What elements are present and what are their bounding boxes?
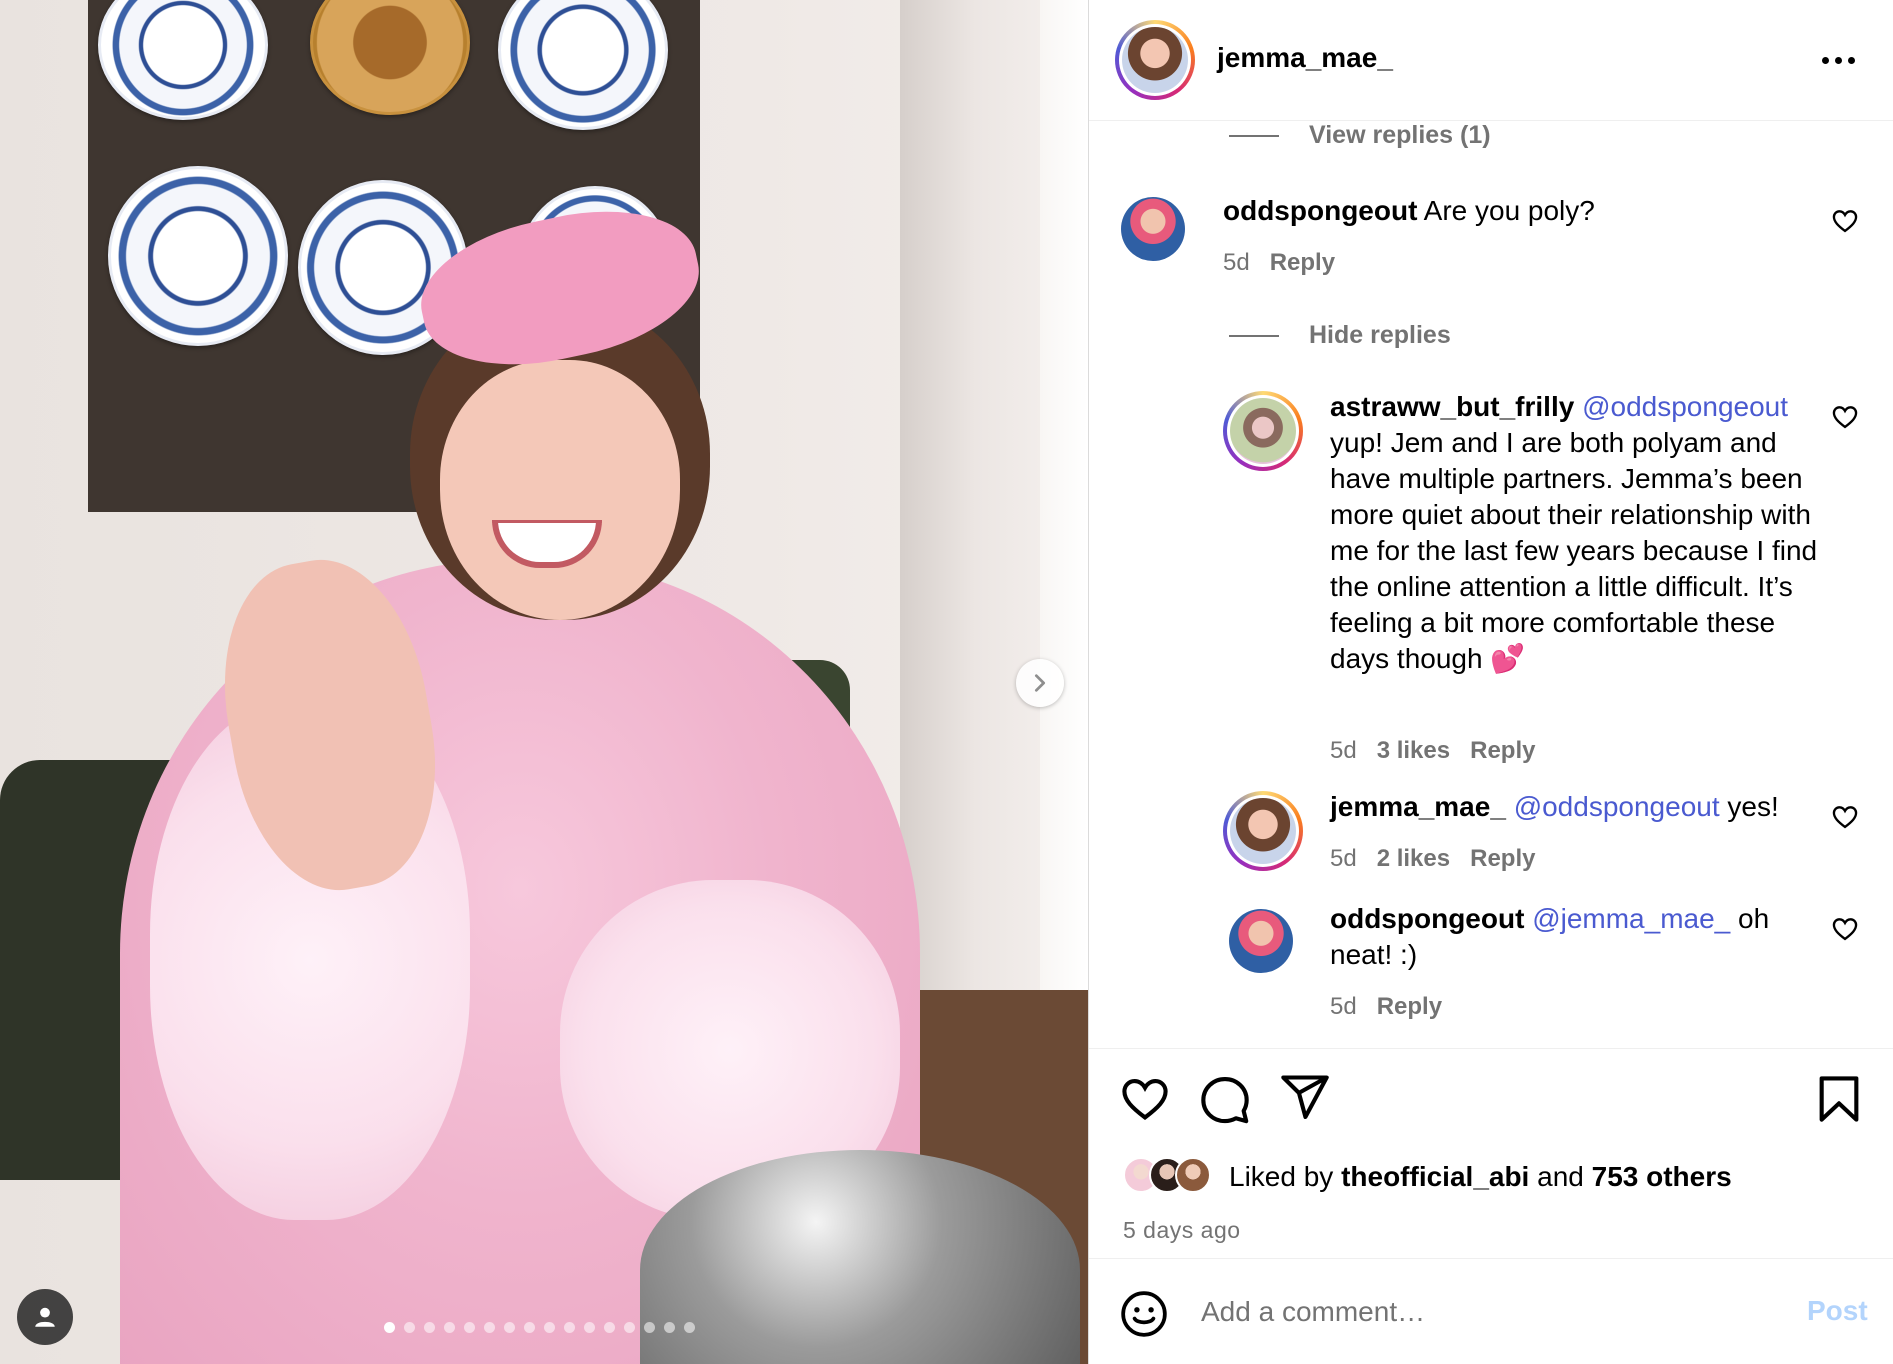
liker-avatars[interactable] [1123,1157,1211,1193]
heart-icon[interactable] [1831,207,1859,235]
commenter-avatar[interactable] [1223,391,1303,471]
more-horizontal-icon [1821,56,1829,64]
carousel-dot [444,1322,455,1333]
carousel-dot [564,1322,575,1333]
reply-comment: jemma_mae_ @oddspongeout yes! 5d 2 likes… [1089,789,1893,889]
heart-icon[interactable] [1831,803,1859,831]
carousel-dot [684,1322,695,1333]
mention-link[interactable]: @oddspongeout [1514,791,1720,822]
liked-by-user[interactable]: theofficial_abi [1341,1161,1529,1192]
liked-by-text: Liked by theofficial_abi and 753 others [1229,1161,1732,1192]
mention-link[interactable]: @jemma_mae_ [1532,903,1730,934]
comment-username[interactable]: astraww_but_frilly [1330,391,1574,422]
chevron-right-icon [1034,674,1046,692]
comment-text: jemma_mae_ @oddspongeout yes! [1330,791,1779,822]
reply-button[interactable]: Reply [1470,737,1535,765]
reply-button[interactable]: Reply [1470,845,1535,873]
carousel-dot [464,1322,475,1333]
post-header: jemma_mae_ [1089,0,1893,121]
comment-time: 5d [1330,845,1357,872]
carousel-dot [644,1322,655,1333]
comment-input[interactable] [1201,1287,1761,1337]
comment-text: astraww_but_frilly @oddspongeout yup! Je… [1330,391,1818,674]
decor-plate [108,166,288,346]
more-options-button[interactable] [1814,42,1862,78]
comments-list[interactable]: View replies (1) oddspongeout Are you po… [1089,121,1893,1048]
add-comment-bar: Post [1089,1258,1893,1364]
comment-time: 5d [1223,249,1250,276]
post-photo[interactable] [0,0,1088,1364]
carousel-dot [584,1322,595,1333]
comment-meta: 5d 3 likes Reply [1330,737,1535,765]
view-replies-button[interactable]: View replies (1) [1229,121,1491,150]
carousel-dot [544,1322,555,1333]
hide-replies-button[interactable]: Hide replies [1229,321,1451,350]
comment: oddspongeout Are you poly? 5d Reply [1089,193,1893,303]
paper-plane-icon[interactable] [1279,1071,1331,1123]
reply-comment: astraww_but_frilly @oddspongeout yup! Je… [1089,389,1893,769]
comment-meta: 5d Reply [1223,249,1335,277]
tagged-users-button[interactable] [17,1289,73,1345]
carousel-dot [404,1322,415,1333]
comment-bubble-icon[interactable] [1199,1073,1251,1125]
user-tag-icon [35,1307,55,1327]
carousel-indicator [384,1322,695,1333]
comment-text: oddspongeout @jemma_mae_ oh neat! :) [1330,903,1770,970]
heart-icon[interactable] [1831,915,1859,943]
bookmark-icon[interactable] [1813,1073,1865,1125]
next-photo-button[interactable] [1016,659,1064,707]
author-avatar[interactable] [1115,20,1195,100]
smiley-icon[interactable] [1119,1289,1169,1339]
carousel-dot [664,1322,675,1333]
face [440,360,680,620]
likes-others-link[interactable]: 753 others [1592,1161,1732,1192]
carousel-dot [504,1322,515,1333]
comment-username[interactable]: jemma_mae_ [1330,791,1506,822]
comment-meta: 5d 2 likes Reply [1330,845,1535,873]
reply-comment: oddspongeout @jemma_mae_ oh neat! :) 5d … [1089,901,1893,1031]
liker-avatar [1175,1157,1211,1193]
reply-button[interactable]: Reply [1270,249,1335,277]
commenter-avatar[interactable] [1121,197,1185,261]
comment-meta: 5d Reply [1330,993,1442,1021]
carousel-dot [604,1322,615,1333]
heart-icon[interactable] [1831,403,1859,431]
heart-icon[interactable] [1119,1073,1171,1125]
comment-time: 5d [1330,993,1357,1020]
comment-text: oddspongeout Are you poly? [1223,195,1595,226]
comment-username[interactable]: oddspongeout [1330,903,1524,934]
reply-button[interactable]: Reply [1377,993,1442,1021]
comment-username[interactable]: oddspongeout [1223,195,1417,226]
likes-count[interactable]: 2 likes [1377,845,1450,873]
mention-link[interactable]: @oddspongeout [1582,391,1788,422]
carousel-dot [524,1322,535,1333]
author-username[interactable]: jemma_mae_ [1217,42,1393,74]
post-timestamp[interactable]: 5 days ago [1123,1217,1241,1244]
carousel-dot [424,1322,435,1333]
post-actions: Liked by theofficial_abi and 753 others … [1089,1048,1893,1258]
comment-time: 5d [1330,737,1357,764]
likes-count[interactable]: 3 likes [1377,737,1450,765]
carousel-dot [624,1322,635,1333]
commenter-avatar[interactable] [1223,791,1303,871]
carousel-dot [484,1322,495,1333]
commenter-avatar[interactable] [1229,909,1293,973]
carousel-dot [384,1322,395,1333]
post-comment-button[interactable]: Post [1807,1295,1868,1327]
post-detail-panel: jemma_mae_ View replies (1) oddspongeout… [1088,0,1893,1364]
